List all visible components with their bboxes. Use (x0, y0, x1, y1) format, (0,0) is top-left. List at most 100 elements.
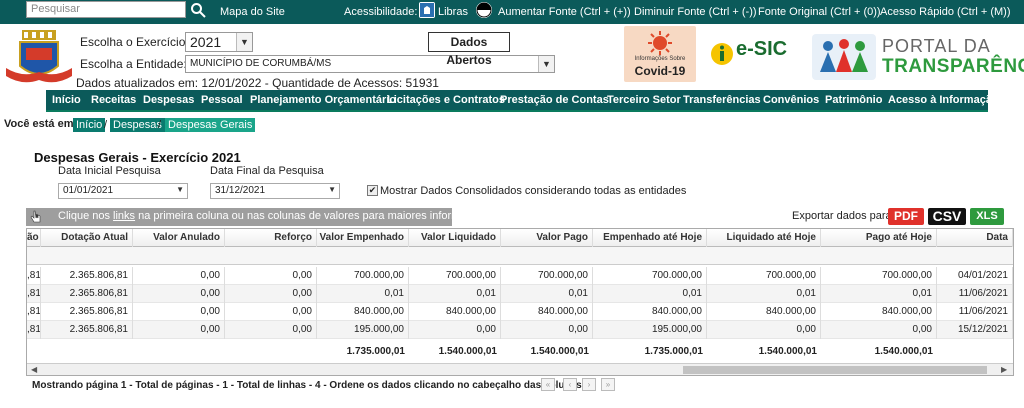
table-row[interactable]: ,81 2.365.806,81 0,00 0,00 700.000,00 70… (27, 267, 1013, 285)
table-cell[interactable]: 0,00 (133, 285, 225, 303)
nav-terceiro-setor[interactable]: Terceiro Setor (607, 94, 681, 106)
table-cell[interactable]: 0,00 (133, 303, 225, 321)
next-page-icon[interactable]: › (582, 378, 596, 391)
nav-prestacao[interactable]: Prestação de Contas (500, 94, 609, 106)
column-header[interactable]: Valor Empenhado (317, 229, 409, 247)
table-row[interactable]: ,81 2.365.806,81 0,00 0,00 195.000,00 0,… (27, 321, 1013, 339)
column-header[interactable]: Valor Liquidado (409, 229, 501, 247)
table-cell[interactable]: 0,01 (707, 285, 821, 303)
sitemap-link[interactable]: Mapa do Site (220, 6, 285, 18)
export-pdf-button[interactable]: PDF (888, 208, 924, 225)
increase-font-link[interactable]: Aumentar Fonte (Ctrl + (+)) (498, 6, 631, 18)
breadcrumb-inicio[interactable]: Início (73, 118, 106, 132)
table-cell[interactable]: 0,01 (501, 285, 593, 303)
nav-licitacoes[interactable]: Licitações e Contratos (387, 94, 505, 106)
table-filter-row[interactable] (27, 247, 1013, 265)
table-cell[interactable]: 2.365.806,81 (41, 285, 133, 303)
table-cell[interactable]: 700.000,00 (593, 267, 707, 285)
table-cell[interactable]: 700.000,00 (501, 267, 593, 285)
column-header[interactable]: Dotação Atual (41, 229, 133, 247)
table-cell[interactable]: 0,00 (133, 267, 225, 285)
export-xls-button[interactable]: XLS (970, 208, 1004, 225)
table-cell[interactable]: 700.000,00 (707, 267, 821, 285)
decrease-font-link[interactable]: Diminuir Fonte (Ctrl + (-)) (634, 6, 757, 18)
portal-transparencia-logo[interactable]: PORTAL DA TRANSPARÊNCIA (810, 32, 1024, 82)
scrollbar-thumb[interactable] (683, 366, 987, 374)
table-cell[interactable]: 2.365.806,81 (41, 321, 133, 339)
nav-inicio[interactable]: Início (52, 94, 81, 106)
table-cell[interactable]: 0,00 (225, 321, 317, 339)
libras-link[interactable]: Libras (438, 6, 468, 18)
column-header[interactable]: ão (27, 229, 41, 247)
table-cell[interactable]: 2.365.806,81 (41, 303, 133, 321)
column-header[interactable]: Pago até Hoje (821, 229, 937, 247)
table-cell[interactable]: 840.000,00 (707, 303, 821, 321)
table-cell[interactable]: 700.000,00 (409, 267, 501, 285)
entidade-select[interactable]: MUNICÍPIO DE CORUMBÁ/MS ▼ (185, 55, 555, 73)
nav-planejamento[interactable]: Planejamento Orçamentário (250, 94, 396, 106)
table-row[interactable]: ,81 2.365.806,81 0,00 0,00 840.000,00 84… (27, 303, 1013, 321)
column-header[interactable]: Empenhado até Hoje (593, 229, 707, 247)
nav-patrimonio[interactable]: Patrimônio (825, 94, 882, 106)
nav-despesas[interactable]: Despesas (143, 94, 194, 106)
table-cell[interactable]: 0,00 (821, 321, 937, 339)
table-cell[interactable]: 0,01 (409, 285, 501, 303)
table-cell[interactable]: 840.000,00 (821, 303, 937, 321)
consolidated-label: Mostrar Dados Consolidados considerando … (380, 185, 687, 197)
table-cell[interactable]: 700.000,00 (317, 267, 409, 285)
column-header[interactable]: Valor Pago (501, 229, 593, 247)
table-row[interactable]: ,81 2.365.806,81 0,00 0,00 0,01 0,01 0,0… (27, 285, 1013, 303)
table-cell[interactable]: 840.000,00 (409, 303, 501, 321)
export-csv-button[interactable]: CSV (928, 208, 966, 225)
table-cell[interactable]: 195.000,00 (317, 321, 409, 339)
data-inicial-select[interactable]: 01/01/2021 ▼ (58, 183, 188, 199)
original-font-link[interactable]: Fonte Original (Ctrl + (0)) (758, 6, 881, 18)
breadcrumb-despesas-gerais[interactable]: Despesas Gerais (165, 118, 256, 132)
column-header[interactable]: Data (937, 229, 1013, 247)
covid-banner[interactable]: Informações Sobre Covid-19 (624, 26, 696, 82)
libras-icon[interactable] (419, 2, 435, 18)
horizontal-scrollbar[interactable]: ◀ ▶ (27, 363, 1013, 375)
scroll-left-icon[interactable]: ◀ (31, 364, 37, 375)
last-page-icon[interactable]: » (601, 378, 615, 391)
table-cell[interactable]: 0,00 (225, 267, 317, 285)
first-page-icon[interactable]: « (541, 378, 555, 391)
breadcrumb-despesas[interactable]: Despesas (110, 118, 165, 132)
table-cell[interactable]: 0,00 (225, 303, 317, 321)
nav-acesso-informacao[interactable]: Acesso à Informação (888, 94, 999, 106)
info-links-link[interactable]: links (113, 210, 135, 222)
table-cell[interactable]: 195.000,00 (593, 321, 707, 339)
table-cell[interactable]: 0,01 (593, 285, 707, 303)
table-cell[interactable]: 840.000,00 (593, 303, 707, 321)
prev-page-icon[interactable]: ‹ (563, 378, 577, 391)
search-icon[interactable] (190, 2, 206, 18)
table-cell[interactable]: 0,01 (317, 285, 409, 303)
nav-pessoal[interactable]: Pessoal (201, 94, 243, 106)
table-cell[interactable]: 0,00 (133, 321, 225, 339)
column-header[interactable]: Reforço (225, 229, 317, 247)
nav-transferencias[interactable]: Transferências (683, 94, 761, 106)
dados-abertos-button[interactable]: Dados Abertos (428, 32, 510, 67)
table-cell[interactable]: 0,00 (501, 321, 593, 339)
column-header[interactable]: Liquidado até Hoje (707, 229, 821, 247)
search-input[interactable]: Pesquisar (26, 1, 186, 18)
exercicio-select[interactable]: 2021 ▼ (185, 32, 253, 52)
column-header[interactable]: Valor Anulado (133, 229, 225, 247)
quick-access-link[interactable]: Acesso Rápido (Ctrl + (M)) (880, 6, 1011, 18)
contrast-icon[interactable] (476, 2, 492, 18)
accessibility-label: Acessibilidade: (344, 6, 418, 18)
table-cell[interactable]: 0,00 (225, 285, 317, 303)
table-cell[interactable]: 700.000,00 (821, 267, 937, 285)
table-cell[interactable]: 2.365.806,81 (41, 267, 133, 285)
nav-receitas[interactable]: Receitas (91, 94, 136, 106)
table-cell[interactable]: 840.000,00 (501, 303, 593, 321)
table-cell[interactable]: 0,00 (409, 321, 501, 339)
nav-convenios[interactable]: Convênios (763, 94, 819, 106)
consolidated-checkbox[interactable]: ✔ (367, 185, 378, 196)
table-cell[interactable]: 0,00 (707, 321, 821, 339)
data-final-select[interactable]: 31/12/2021 ▼ (210, 183, 340, 199)
table-cell[interactable]: 840.000,00 (317, 303, 409, 321)
scroll-right-icon[interactable]: ▶ (1001, 364, 1007, 375)
table-cell[interactable]: 0,01 (821, 285, 937, 303)
esic-link[interactable]: e-SIC (710, 38, 802, 72)
